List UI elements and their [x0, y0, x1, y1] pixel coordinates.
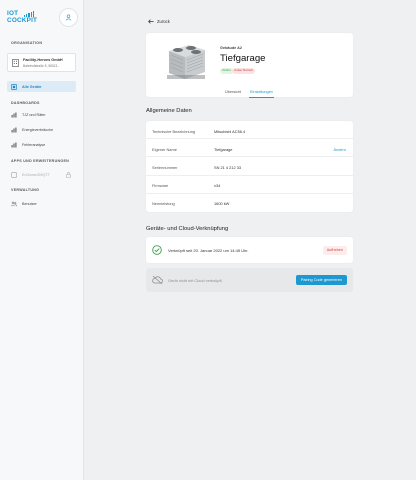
back-link[interactable]: Zurück — [148, 19, 170, 24]
back-label: Zurück — [157, 19, 170, 24]
row-value: Mitsubishi AC56.4 — [214, 128, 246, 134]
status-badge-out-of-service: Außer Betrieb — [232, 68, 256, 74]
status-badge-online: Online — [220, 68, 233, 74]
row-key: Firmware — [152, 183, 169, 189]
row-key: Seriennummer — [152, 164, 178, 170]
rename-button[interactable]: Ändern — [333, 147, 346, 152]
data-row: Technische Bezeichnung Mitsubishi AC56.4 — [146, 121, 353, 140]
generate-pairing-code-button[interactable]: Pairing Code generieren — [295, 275, 347, 285]
arrow-left-icon — [148, 19, 154, 24]
general-data-heading: Allgemeine Daten — [146, 108, 192, 114]
tab-overview[interactable]: Übersicht — [225, 90, 241, 94]
not-linked-text: Gerät nicht mit Cloud verknüpft. — [168, 278, 223, 283]
row-key: Eigener Name — [152, 146, 177, 152]
data-row: Firmware v34 — [146, 176, 353, 194]
sidebar-item-dashboard-energy[interactable]: Energieverbräuche — [7, 124, 76, 135]
lock-icon — [66, 171, 71, 178]
sidebar-item-label: Benutzer — [22, 201, 37, 206]
cloud-off-icon — [152, 275, 163, 285]
signal-bars-icon — [24, 11, 34, 17]
logo[interactable]: IOT COCKPIT — [7, 10, 43, 27]
sidebar-item-label: EnOcean2MQTT — [22, 172, 50, 177]
active-tab-indicator — [249, 97, 274, 98]
devices-icon — [11, 83, 17, 90]
check-circle-icon — [152, 245, 162, 255]
linked-since-text: Verknüpft seit 20. Januar 2022 um 14:45 … — [168, 248, 249, 253]
general-data-card: Technische Bezeichnung Mitsubishi AC56.4… — [146, 121, 353, 212]
row-value: SN 21 4 212 33 — [214, 164, 242, 170]
building-icon — [12, 59, 19, 67]
device-image — [167, 45, 205, 79]
section-dashboards: DASHBOARDS — [11, 101, 40, 105]
device-header-card: Gebäude A2 Tiefgarage Online Außer Betri… — [146, 33, 353, 98]
sidebar-item-enocean[interactable]: EnOcean2MQTT — [7, 169, 76, 180]
sidebar-item-label: Fehleranalyse — [22, 142, 46, 147]
data-row: Eigener Name Tiefgarage Ändern — [146, 139, 353, 158]
sidebar-item-label: Alle Geräte — [22, 84, 42, 89]
chart-icon — [11, 142, 17, 148]
row-key: Nennleistung — [152, 201, 175, 207]
data-row: Nennleistung 1600 kW — [146, 194, 353, 212]
row-key: Technische Bezeichnung — [152, 128, 196, 134]
row-value: v34 — [214, 183, 221, 189]
unlink-button[interactable]: Aufheben — [322, 245, 347, 255]
organisation-switcher[interactable]: Facility-Heroes GmbH Bahnhofstraße 5, 58… — [7, 53, 76, 72]
chart-icon — [11, 127, 17, 133]
sidebar-item-label: Energieverbräuche — [22, 127, 54, 132]
users-icon — [11, 201, 17, 207]
sidebar: IOT COCKPIT ORGANISATION Facility-Heroes… — [0, 0, 84, 480]
logo-line2: COCKPIT — [7, 16, 38, 24]
row-value: Tiefgarage — [214, 146, 233, 152]
sidebar-item-dashboard-errors[interactable]: Fehleranalyse — [7, 139, 76, 150]
organisation-name: Facility-Heroes GmbH — [23, 58, 63, 62]
section-apps: APPS UND ERWEITERUNGEN — [11, 159, 70, 163]
chart-icon — [11, 112, 17, 118]
data-row: Seriennummer SN 21 4 212 33 — [146, 157, 353, 176]
sidebar-item-users[interactable]: Benutzer — [7, 198, 76, 209]
organisation-address: Bahnhofstraße 5, 58313... — [23, 63, 60, 68]
sidebar-item-dashboard-tjz[interactable]: TJZ und Räter — [7, 109, 76, 120]
device-location: Gebäude A2 — [220, 46, 243, 50]
linked-status-card: Verknüpft seit 20. Januar 2022 um 14:45 … — [146, 237, 353, 263]
sidebar-item-all-devices[interactable]: Alle Geräte — [7, 81, 76, 92]
row-value: 1600 kW — [214, 201, 230, 207]
sidebar-item-label: TJZ und Räter — [22, 112, 46, 117]
cloud-link-heading: Geräte- und Cloud-Verknüpfung — [146, 226, 229, 232]
tab-settings[interactable]: Einstellungen — [250, 90, 273, 94]
plugin-icon — [11, 171, 17, 178]
device-title: Tiefgarage — [220, 53, 266, 64]
cloud-not-linked-panel: Gerät nicht mit Cloud verknüpft. Pairing… — [146, 268, 353, 292]
user-icon — [65, 14, 72, 21]
section-verwaltung: VERWALTUNG — [11, 188, 40, 192]
section-organisation: ORGANISATION — [11, 41, 43, 45]
user-profile-button[interactable] — [59, 8, 78, 27]
